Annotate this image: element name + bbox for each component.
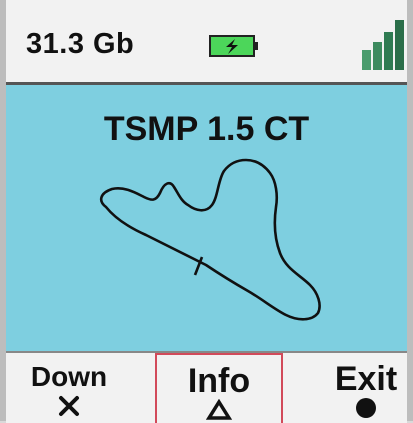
device-screen: 31.3 Gb TSMP 1.5 CT Down Info Exit — [0, 0, 413, 423]
down-button[interactable]: Down — [14, 353, 124, 423]
cross-icon — [59, 396, 79, 416]
battery-charging-icon — [209, 35, 258, 57]
down-label: Down — [30, 361, 108, 392]
triangle-icon — [206, 399, 232, 420]
exit-button[interactable]: Exit — [311, 353, 413, 423]
status-bar: 31.3 Gb — [6, 0, 407, 85]
track-display: TSMP 1.5 CT — [6, 85, 407, 351]
storage-indicator: 31.3 Gb — [26, 28, 135, 60]
track-map-icon — [99, 158, 321, 321]
softkey-bar: Down Info Exit — [6, 351, 407, 423]
signal-strength-icon — [362, 20, 404, 70]
circle-icon — [356, 398, 376, 418]
info-label: Info — [187, 362, 251, 400]
info-button[interactable]: Info — [155, 353, 283, 423]
exit-label: Exit — [334, 360, 398, 398]
